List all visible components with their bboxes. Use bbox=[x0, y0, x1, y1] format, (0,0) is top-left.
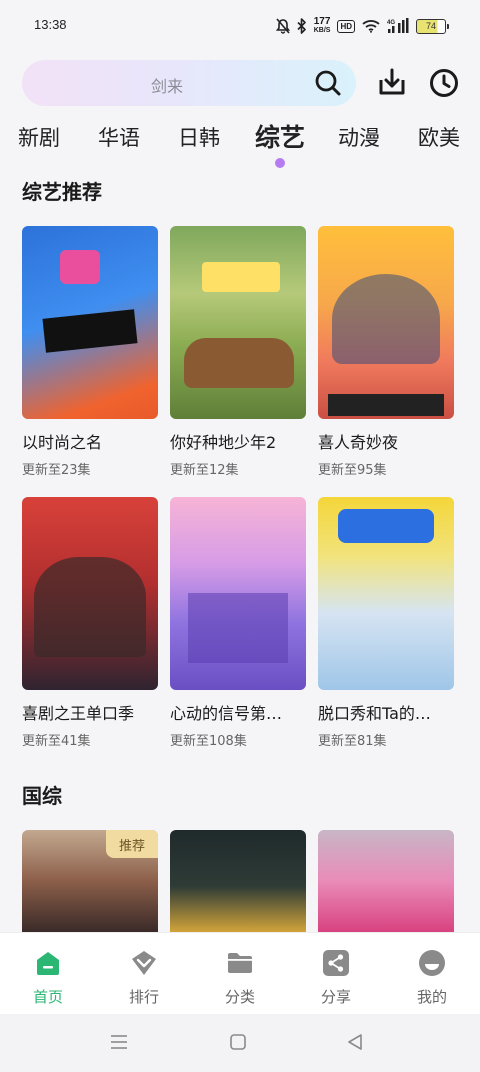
show-card[interactable]: 喜人奇妙夜 更新至95集 bbox=[318, 226, 454, 478]
show-card[interactable] bbox=[170, 830, 306, 932]
show-title: 你好种地少年2 bbox=[170, 433, 277, 452]
bottom-navigation: 首页 排行 分类 分享 我的 bbox=[0, 932, 480, 1014]
show-poster bbox=[170, 226, 306, 419]
show-title: 喜人奇妙夜 bbox=[318, 433, 399, 452]
section-title-variety-recommend: 综艺推荐 bbox=[22, 180, 102, 204]
recommend-badge: 推荐 bbox=[106, 830, 158, 858]
section-title-domestic-variety: 国综 bbox=[22, 784, 62, 808]
show-card[interactable]: 你好种地少年2 更新至12集 bbox=[170, 226, 306, 478]
search-input[interactable]: 剑来 bbox=[22, 60, 356, 106]
home-icon bbox=[37, 952, 59, 975]
menu-icon[interactable] bbox=[110, 1034, 128, 1050]
nav-profile[interactable]: 我的 bbox=[384, 933, 480, 1015]
show-episode-status: 更新至108集 bbox=[170, 734, 247, 749]
show-card[interactable] bbox=[318, 830, 454, 932]
network-speed: 177 KB/S bbox=[313, 16, 331, 35]
nav-share[interactable]: 分享 bbox=[288, 933, 384, 1015]
download-icon[interactable] bbox=[376, 67, 408, 99]
show-episode-status: 更新至81集 bbox=[318, 734, 387, 749]
wifi-icon bbox=[362, 20, 380, 33]
show-poster bbox=[170, 497, 306, 690]
back-icon[interactable] bbox=[347, 1034, 363, 1050]
mute-bell-icon bbox=[275, 18, 290, 34]
folder-icon bbox=[228, 953, 252, 973]
cellular-signal-icon: 4G bbox=[387, 18, 409, 33]
status-bar: 13:38 177 KB/S HD 4G 74 bbox=[0, 0, 480, 52]
tab-anime[interactable]: 动漫 bbox=[338, 122, 380, 152]
category-tabs: 新剧 华语 日韩 综艺 动漫 欧美 bbox=[0, 118, 480, 170]
history-clock-icon[interactable] bbox=[428, 67, 460, 99]
show-title: 以时尚之名 bbox=[22, 433, 103, 452]
svg-text:4G: 4G bbox=[387, 20, 395, 26]
share-icon bbox=[323, 950, 349, 976]
show-title: 喜剧之王单口季 bbox=[22, 704, 135, 723]
show-card[interactable]: 推荐 bbox=[22, 830, 158, 932]
nav-ranking[interactable]: 排行 bbox=[96, 933, 192, 1015]
show-episode-status: 更新至23集 bbox=[22, 463, 91, 478]
show-card[interactable]: 心动的信号第… 更新至108集 bbox=[170, 497, 306, 749]
show-episode-status: 更新至12集 bbox=[170, 463, 239, 478]
show-poster bbox=[22, 497, 158, 690]
show-poster bbox=[170, 830, 306, 932]
tab-western[interactable]: 欧美 bbox=[418, 122, 460, 152]
nav-home[interactable]: 首页 bbox=[0, 933, 96, 1015]
show-poster bbox=[318, 497, 454, 690]
show-card[interactable]: 脱口秀和Ta的… 更新至81集 bbox=[318, 497, 454, 749]
show-poster bbox=[22, 226, 158, 419]
show-card[interactable]: 以时尚之名 更新至23集 bbox=[22, 226, 158, 478]
status-icons: 177 KB/S HD 4G 74 bbox=[275, 14, 449, 38]
status-time: 13:38 bbox=[34, 17, 67, 32]
search-placeholder: 剑来 bbox=[150, 77, 183, 96]
home-square-icon[interactable] bbox=[230, 1034, 246, 1050]
show-poster bbox=[318, 226, 454, 419]
active-tab-indicator bbox=[275, 158, 285, 168]
tab-variety[interactable]: 综艺 bbox=[255, 118, 305, 154]
show-episode-status: 更新至95集 bbox=[318, 463, 387, 478]
show-episode-status: 更新至41集 bbox=[22, 734, 91, 749]
show-poster bbox=[318, 830, 454, 932]
bluetooth-icon bbox=[297, 18, 306, 34]
system-navigation-bar bbox=[0, 1014, 480, 1072]
show-title: 心动的信号第… bbox=[170, 704, 283, 723]
nav-category[interactable]: 分类 bbox=[192, 933, 288, 1015]
tab-new-drama[interactable]: 新剧 bbox=[18, 122, 60, 152]
profile-icon bbox=[419, 950, 445, 976]
tab-japan-korea[interactable]: 日韩 bbox=[178, 122, 220, 152]
battery-icon: 74 bbox=[416, 18, 449, 34]
ranking-icon bbox=[132, 951, 156, 975]
show-poster: 推荐 bbox=[22, 830, 158, 932]
tab-chinese[interactable]: 华语 bbox=[98, 122, 140, 152]
hd-badge: HD bbox=[337, 19, 355, 33]
show-card[interactable]: 喜剧之王单口季 更新至41集 bbox=[22, 497, 158, 749]
show-title: 脱口秀和Ta的… bbox=[318, 704, 431, 723]
search-icon[interactable] bbox=[314, 69, 342, 97]
